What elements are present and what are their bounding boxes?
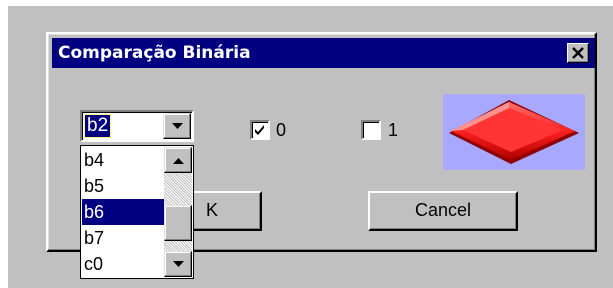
cancel-button[interactable]: Cancel [368,191,518,231]
close-icon [572,47,584,59]
list-item[interactable]: b7 [82,225,164,251]
list-item[interactable]: b4 [82,147,164,173]
check-icon [255,125,264,135]
checkbox-0[interactable] [250,120,270,140]
list-item-selected[interactable]: b6 [82,199,164,225]
chevron-up-icon [173,158,184,164]
scroll-thumb[interactable] [164,205,192,241]
combo-dropdown-list[interactable]: b4 b5 b6 b7 c0 [80,145,194,279]
checkbox-1-label: 1 [388,120,399,140]
preview-panel [443,94,585,170]
dialog-title: Comparação Binária [58,43,251,63]
checkbox-1[interactable] [361,120,381,140]
red-diamond-shape [449,100,579,164]
close-button[interactable] [567,43,589,63]
bit-select-combo[interactable]: b2 [80,110,194,142]
combo-dropdown-button[interactable] [163,113,191,139]
chevron-down-icon [172,123,183,129]
list-item[interactable]: b5 [82,173,164,199]
checkbox-0-label: 0 [276,120,287,140]
combo-selected-value: b2 [83,114,112,138]
dropdown-scrollbar[interactable] [164,147,192,277]
scroll-up-button[interactable] [164,147,192,173]
title-bar[interactable]: Comparação Binária [52,38,595,68]
chevron-down-icon [173,261,184,267]
scroll-down-button[interactable] [164,251,192,277]
list-item[interactable]: c0 [82,251,164,277]
